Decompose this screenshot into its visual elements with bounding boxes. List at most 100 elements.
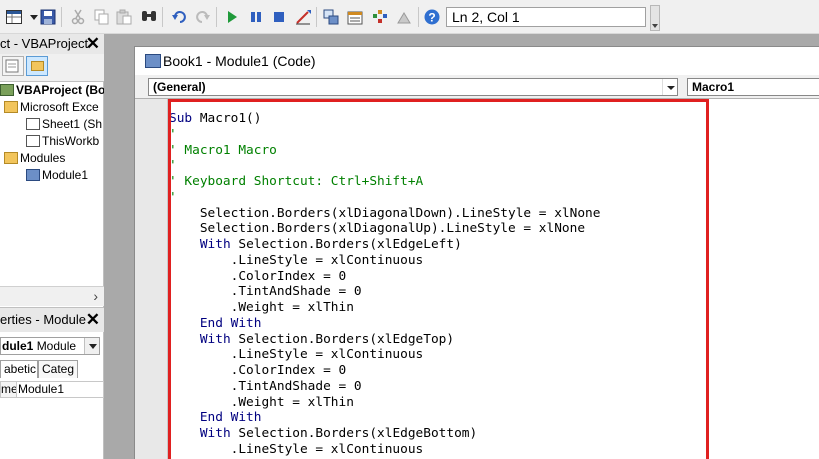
svg-text:?: ? — [428, 11, 435, 25]
object-combo[interactable]: (General) — [148, 78, 678, 96]
property-value[interactable]: Module1 — [18, 382, 64, 397]
code-text-segment — [169, 332, 200, 347]
code-line[interactable]: .ColorIndex = 0 — [169, 363, 819, 379]
code-line[interactable]: .LineStyle = xlContinuous — [169, 347, 819, 363]
object-selector[interactable]: dule1 Module — [0, 337, 100, 355]
code-comment: ' — [169, 158, 177, 174]
tab-categorized[interactable]: Categ — [38, 360, 78, 378]
code-text-segment: Macro1() — [199, 111, 262, 126]
undo-icon[interactable] — [171, 9, 187, 25]
code-line[interactable]: ' Keyboard Shortcut: Ctrl+Shift+A — [169, 174, 819, 190]
margin-indicator-bar[interactable] — [135, 99, 168, 459]
view-code-button[interactable] — [2, 56, 24, 76]
break-icon[interactable] — [248, 9, 264, 25]
help-icon[interactable]: ? — [424, 9, 440, 25]
code-line[interactable]: .Weight = xlThin — [169, 300, 819, 316]
code-keyword: With — [199, 426, 231, 441]
code-text-segment: .LineStyle = xlContinuous — [169, 347, 424, 363]
save-icon[interactable] — [40, 9, 56, 25]
object-browser-icon[interactable] — [372, 9, 388, 25]
code-text-segment — [169, 410, 200, 425]
code-line[interactable]: Sub Macro1() — [169, 111, 819, 127]
code-comment: ' — [169, 189, 177, 205]
code-text-segment: .TintAndShade = 0 — [169, 284, 362, 300]
code-line[interactable]: .TintAndShade = 0 — [169, 379, 819, 395]
toolbar-options-grip[interactable] — [650, 5, 660, 31]
redo-icon[interactable] — [195, 9, 211, 25]
code-comment: ' — [169, 126, 177, 142]
scroll-right-icon[interactable]: › — [93, 288, 98, 304]
design-mode-icon[interactable] — [295, 9, 311, 25]
code-text-segment — [169, 316, 200, 331]
code-line[interactable]: End With — [169, 316, 819, 332]
tab-alphabetic[interactable]: abetic — [0, 360, 38, 378]
find-icon[interactable] — [141, 9, 157, 25]
code-editor[interactable]: Sub Macro1() ' ' Macro1 Macro ' ' Keyboard S… — [135, 98, 819, 459]
code-line[interactable]: .Weight = xlThin — [169, 395, 819, 411]
tree-item-sheet1[interactable]: Sheet1 (Sh — [26, 116, 102, 133]
cut-icon[interactable] — [70, 9, 86, 25]
toggle-folders-button[interactable] — [26, 56, 48, 76]
code-line[interactable]: With Selection.Borders(xlEdgeLeft) — [169, 237, 819, 253]
project-horizontal-scrollbar[interactable]: › — [0, 286, 104, 306]
code-line[interactable]: ' — [169, 190, 819, 206]
run-icon[interactable] — [224, 9, 240, 25]
chevron-down-icon[interactable] — [84, 338, 99, 354]
tree-item-modules[interactable]: Modules — [4, 150, 65, 167]
code-window-title: Book1 - Module1 (Code) — [163, 53, 316, 69]
toolbar-separator — [418, 7, 419, 27]
code-keyword: With — [199, 331, 231, 347]
view-excel-icon[interactable] — [6, 9, 22, 25]
tree-item-microsoft-excel-objects[interactable]: Microsoft Exce — [4, 99, 99, 116]
close-icon[interactable]: ✕ — [86, 34, 100, 54]
code-text-segment: .Weight = xlThin — [169, 394, 354, 410]
code-line[interactable]: .ColorIndex = 0 — [169, 269, 819, 285]
toolbar-separator — [162, 7, 163, 27]
code-line[interactable]: ' Macro1 Macro — [169, 143, 819, 159]
code-text-segment: Selection.Borders(xlDiagonalUp).LineStyl… — [169, 221, 586, 237]
chevron-down-icon — [652, 24, 658, 28]
chevron-down-icon[interactable] — [662, 79, 677, 95]
code-comment: ' Macro1 Macro — [169, 142, 277, 158]
code-line[interactable]: .TintAndShade = 0 — [169, 284, 819, 300]
code-line[interactable]: Selection.Borders(xlDiagonalUp).LineStyl… — [169, 221, 819, 237]
code-line[interactable]: End With — [169, 410, 819, 426]
project-icon — [0, 84, 14, 96]
reset-icon[interactable] — [271, 9, 287, 25]
properties-panel-title-text: erties - Module — [0, 312, 86, 327]
code-line[interactable]: With Selection.Borders(xlEdgeBottom) — [169, 426, 819, 442]
copy-icon[interactable] — [94, 9, 110, 25]
toolbar-separator — [216, 7, 217, 27]
code-window: Book1 - Module1 (Code) (General) Macro1 … — [134, 46, 819, 459]
properties-panel-title: erties - Module ✕ — [0, 308, 104, 332]
paste-icon[interactable] — [116, 9, 132, 25]
code-line[interactable]: ' — [169, 158, 819, 174]
code-text[interactable]: Sub Macro1() ' ' Macro1 Macro ' ' Keyboard S… — [169, 111, 819, 459]
code-line[interactable]: With Selection.Borders(xlEdgeTop) — [169, 332, 819, 348]
toolbox-icon[interactable] — [396, 9, 412, 25]
code-text-segment: Selection.Borders(xlEdgeBottom) — [230, 426, 478, 441]
code-line[interactable]: Selection.Borders(xlDiagonalDown).LineSt… — [169, 206, 819, 222]
property-row-name[interactable]: me) Module1 — [0, 381, 104, 398]
code-comment: ' Keyboard Shortcut: Ctrl+Shift+A — [169, 174, 424, 189]
tree-item-vbaproject[interactable]: VBAProject (Bo — [0, 82, 104, 99]
close-icon[interactable]: ✕ — [86, 308, 100, 332]
code-keyword: End With — [199, 410, 262, 426]
code-line[interactable]: .LineStyle = xlContinuous — [169, 253, 819, 269]
properties-icon[interactable] — [347, 9, 363, 25]
code-text-segment: .LineStyle = xlContinuous — [169, 441, 424, 457]
project-panel-tools — [0, 54, 104, 82]
sheet-icon — [26, 118, 40, 130]
view-code-icon — [5, 59, 19, 73]
code-text-segment: Selection.Borders(xlEdgeTop) — [230, 331, 455, 347]
code-line[interactable]: ' — [169, 127, 819, 143]
tree-item-module1[interactable]: Module1 — [26, 167, 88, 184]
folder-icon — [31, 61, 44, 71]
properties-tabs: abetic Categ — [0, 360, 104, 378]
procedure-combo[interactable]: Macro1 — [687, 78, 819, 96]
code-line[interactable]: .LineStyle = xlContinuous — [169, 442, 819, 458]
project-panel-title: ct - VBAProject ✕ — [0, 34, 104, 54]
project-explorer-icon[interactable] — [323, 9, 339, 25]
property-name: me) — [1, 382, 17, 397]
tree-item-thisworkbook[interactable]: ThisWorkb — [26, 133, 99, 150]
